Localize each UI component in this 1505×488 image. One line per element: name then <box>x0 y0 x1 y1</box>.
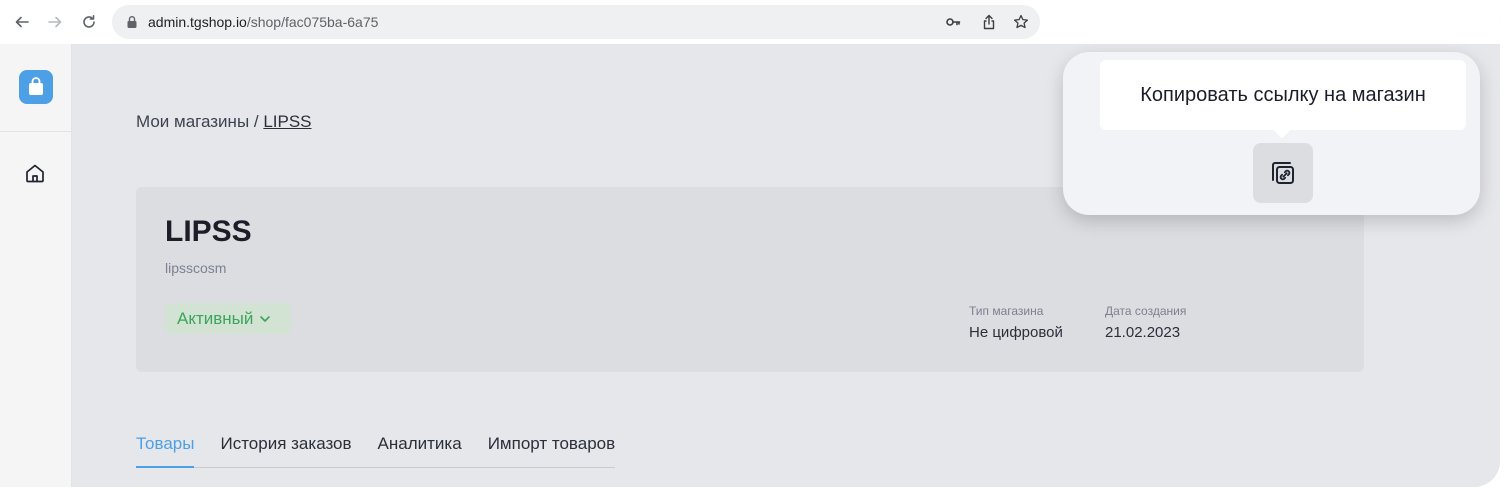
tab-order-history[interactable]: История заказов <box>220 434 351 467</box>
breadcrumb: Мои магазины / LIPSS <box>136 112 312 132</box>
address-bar[interactable]: admin.tgshop.io/shop/fac075ba-6a75 <box>112 5 1040 39</box>
tab-products[interactable]: Товары <box>136 434 195 468</box>
sidebar-divider <box>0 131 72 132</box>
app-window: admin.tgshop.io/shop/fac075ba-6a75 Мои м… <box>0 0 1500 487</box>
home-icon[interactable] <box>24 162 46 184</box>
key-icon[interactable] <box>944 13 962 31</box>
shop-created: Дата создания 21.02.2023 <box>1105 304 1186 341</box>
shop-slug: lipsscosm <box>165 260 227 276</box>
copy-link-button[interactable] <box>1253 143 1313 203</box>
chevron-down-icon <box>260 315 271 322</box>
breadcrumb-separator: / <box>249 112 264 131</box>
shop-title: LIPSS <box>165 215 252 248</box>
breadcrumb-root[interactable]: Мои магазины <box>136 112 249 131</box>
sidebar <box>0 44 72 487</box>
arrow-left-icon[interactable] <box>12 12 32 32</box>
copy-link-tooltip: Копировать ссылку на магазин <box>1100 60 1466 130</box>
share-icon[interactable] <box>980 13 998 31</box>
shop-type-value: Не цифровой <box>969 324 1063 341</box>
reload-icon[interactable] <box>79 12 99 32</box>
shop-created-label: Дата создания <box>1105 304 1187 318</box>
shop-type: Тип магазина Не цифровой <box>969 304 1063 341</box>
url-text: admin.tgshop.io/shop/fac075ba-6a75 <box>148 14 378 30</box>
status-label: Активный <box>177 308 254 328</box>
shop-tabs: Товары История заказов Аналитика Импорт … <box>136 434 616 468</box>
copy-link-popover: Копировать ссылку на магазин <box>1063 52 1480 215</box>
url-host: admin.tgshop.io <box>148 14 247 30</box>
copy-link-icon <box>1272 162 1294 184</box>
status-dropdown[interactable]: Активный <box>165 303 291 334</box>
url-path: /shop/fac075ba-6a75 <box>246 14 379 30</box>
breadcrumb-current[interactable]: LIPSS <box>263 112 311 131</box>
shop-type-label: Тип магазина <box>969 304 1044 318</box>
arrow-right-icon[interactable] <box>45 12 65 32</box>
star-icon[interactable] <box>1012 13 1030 31</box>
shop-created-value: 21.02.2023 <box>1105 324 1181 341</box>
shopping-bag-icon[interactable] <box>19 70 53 104</box>
tab-analytics[interactable]: Аналитика <box>378 434 462 467</box>
tab-import-products[interactable]: Импорт товаров <box>488 434 615 467</box>
browser-toolbar: admin.tgshop.io/shop/fac075ba-6a75 <box>0 0 1500 44</box>
lock-icon <box>127 16 137 28</box>
